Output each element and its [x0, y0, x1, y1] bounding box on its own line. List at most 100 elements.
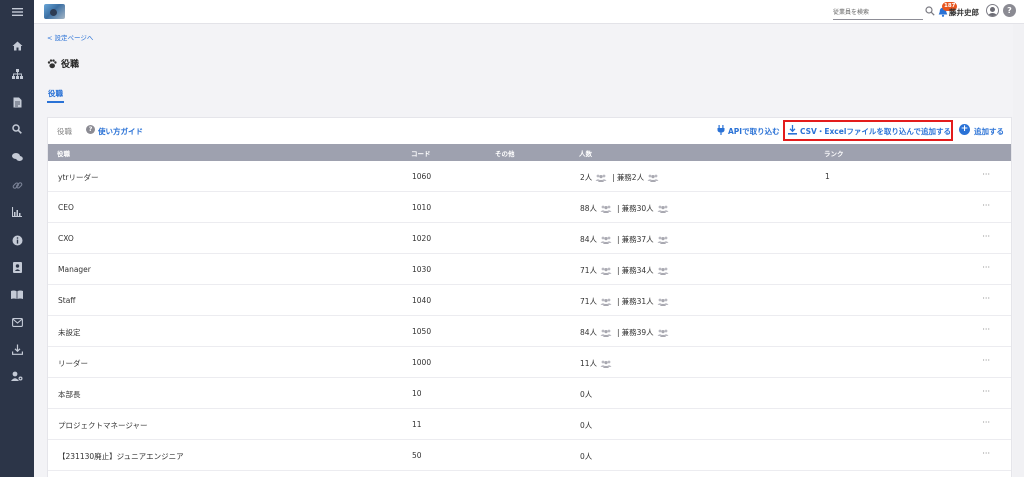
position-code: 1030 [412, 265, 432, 274]
concurrent-headcount: 兼務34人 [621, 266, 654, 275]
row-more-menu-button[interactable]: ··· [982, 325, 990, 334]
headcount: 71人 [580, 266, 598, 275]
row-more-menu-button[interactable]: ··· [982, 170, 990, 179]
position-code: 11 [412, 420, 422, 429]
row-more-menu-button[interactable]: ··· [982, 356, 990, 365]
toolbar-title: 役職 [57, 127, 72, 136]
employee-search-input[interactable] [833, 6, 923, 20]
separator: | [617, 328, 620, 337]
avatar[interactable] [986, 4, 999, 17]
position-name: 【231130廃止】ジュニアエンジニア [58, 452, 184, 461]
search-icon[interactable] [9, 121, 25, 137]
document-icon[interactable] [9, 94, 25, 110]
position-code: 1050 [412, 327, 432, 336]
people-icon [600, 267, 612, 275]
scrollbar[interactable] [1013, 24, 1024, 477]
headcount: 0人 [580, 390, 593, 399]
chart-icon[interactable] [9, 204, 25, 220]
concurrent-headcount: 兼務37人 [621, 235, 654, 244]
position-name: 未設定 [58, 328, 81, 337]
position-rank: 1 [825, 172, 830, 181]
column-header-code[interactable]: コード [411, 148, 431, 158]
help-icon[interactable]: ? [1003, 4, 1016, 17]
position-code: 1000 [412, 358, 432, 367]
table-row[interactable]: 未設定 1050 84人 | 兼務39人 ··· [48, 316, 1011, 347]
back-to-settings-link[interactable]: < 設定ページへ [47, 32, 93, 42]
column-header-position[interactable]: 役職 [57, 148, 70, 158]
tab-positions[interactable]: 役職 [47, 88, 64, 103]
table-row[interactable]: CXO 1020 84人 | 兼務37人 ··· [48, 223, 1011, 254]
company-logo[interactable] [44, 4, 65, 19]
search-icon[interactable] [925, 6, 935, 16]
position-code: 50 [412, 451, 422, 460]
position-name: Manager [58, 265, 91, 274]
concurrent-headcount: 兼務2人 [616, 173, 645, 182]
info-icon[interactable] [9, 232, 25, 248]
position-code: 10 [412, 389, 422, 398]
concurrent-headcount: 兼務39人 [621, 328, 654, 337]
people-icon [595, 174, 607, 182]
column-header-other[interactable]: その他 [495, 148, 515, 158]
mail-icon[interactable] [9, 314, 25, 330]
left-sidebar [0, 0, 34, 477]
org-chart-icon[interactable] [9, 66, 25, 82]
page-heading: 役職 [47, 57, 79, 70]
positions-card: 役職 ? 使い方ガイド APIで取り込む CSV・Excelファイルを取り込んで… [47, 117, 1012, 477]
position-code: 1060 [412, 172, 432, 181]
people-icon [657, 267, 669, 275]
position-name: 本部長 [58, 390, 81, 399]
headcount: 84人 [580, 235, 598, 244]
download-icon [788, 125, 797, 135]
table-row[interactable]: プロジェクトマネージャー 11 0人 ··· [48, 409, 1011, 440]
people-icon [600, 329, 612, 337]
row-more-menu-button[interactable]: ··· [982, 449, 990, 458]
people-icon [600, 360, 612, 368]
row-more-menu-button[interactable]: ··· [982, 263, 990, 272]
usage-guide-link[interactable]: 使い方ガイド [98, 126, 143, 137]
headcount-cell: 0人 [580, 389, 592, 400]
table-row[interactable]: Staff 1040 71人 | 兼務31人 ··· [48, 285, 1011, 316]
table-row[interactable]: CEO 1010 88人 | 兼務30人 ··· [48, 192, 1011, 223]
people-icon [657, 298, 669, 306]
separator: | [617, 297, 620, 306]
headcount-cell: 0人 [580, 451, 592, 462]
row-more-menu-button[interactable]: ··· [982, 418, 990, 427]
column-header-headcount[interactable]: 人数 [579, 148, 592, 158]
table-row[interactable]: Manager 1030 71人 | 兼務34人 ··· [48, 254, 1011, 285]
table-row[interactable]: リーダー 1000 11人 ··· [48, 347, 1011, 378]
download-icon[interactable] [9, 341, 25, 357]
headcount-cell: 11人 [580, 358, 615, 369]
user-name[interactable]: 藤井史郎 [949, 7, 979, 18]
position-name: プロジェクトマネージャー [58, 421, 148, 430]
menu-icon[interactable] [9, 4, 25, 20]
contact-card-icon[interactable] [9, 259, 25, 275]
csv-excel-import-button[interactable]: CSV・Excelファイルを取り込んで追加する [800, 126, 951, 137]
plus-circle-icon[interactable]: + [959, 124, 970, 135]
position-name: Staff [58, 296, 76, 305]
home-icon[interactable] [9, 38, 25, 54]
row-more-menu-button[interactable]: ··· [982, 201, 990, 210]
add-button[interactable]: 追加する [974, 126, 1004, 137]
chat-icon[interactable] [9, 149, 25, 165]
table-body: ytrリーダー 1060 2人 | 兼務2人 1 ··· CEO 1010 88人 | 兼務30人 ··… [48, 161, 1011, 471]
headcount: 84人 [580, 328, 598, 337]
people-icon [600, 236, 612, 244]
row-more-menu-button[interactable]: ··· [982, 294, 990, 303]
api-import-link[interactable]: APIで取り込む [728, 126, 780, 137]
position-name: CXO [58, 234, 74, 243]
concurrent-headcount: 兼務31人 [621, 297, 654, 306]
headcount-cell: 84人 | 兼務39人 [580, 327, 672, 338]
plug-icon [717, 125, 725, 135]
headcount-cell: 88人 | 兼務30人 [580, 203, 672, 214]
table-row[interactable]: ytrリーダー 1060 2人 | 兼務2人 1 ··· [48, 161, 1011, 192]
position-name: CEO [58, 203, 74, 212]
headcount-cell: 71人 | 兼務34人 [580, 265, 672, 276]
user-settings-icon[interactable] [9, 368, 25, 384]
column-header-rank[interactable]: ランク [824, 148, 844, 158]
row-more-menu-button[interactable]: ··· [982, 387, 990, 396]
link-icon[interactable] [9, 177, 25, 193]
book-icon[interactable] [9, 286, 25, 302]
table-row[interactable]: 【231130廃止】ジュニアエンジニア 50 0人 ··· [48, 440, 1011, 471]
table-row[interactable]: 本部長 10 0人 ··· [48, 378, 1011, 409]
row-more-menu-button[interactable]: ··· [982, 232, 990, 241]
